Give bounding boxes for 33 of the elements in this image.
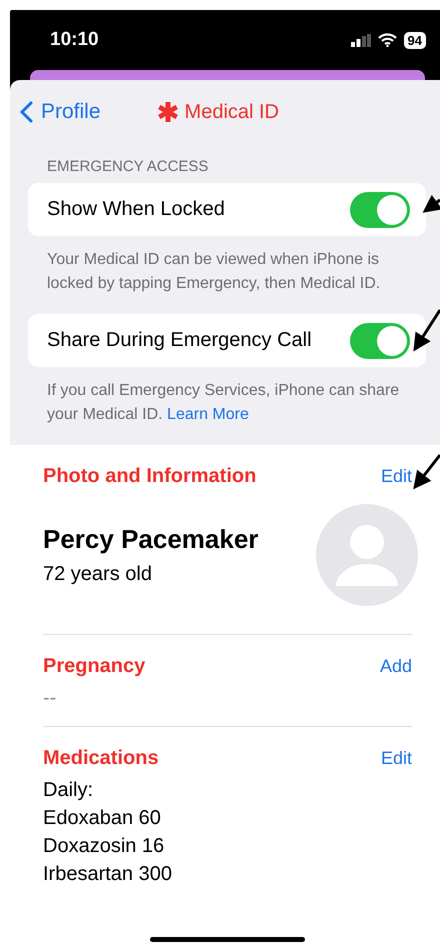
section-header: EMERGENCY ACCESS: [46, 157, 210, 177]
battery-level: 94: [404, 32, 426, 48]
toggle-switch[interactable]: [350, 322, 410, 358]
annotation-arrow: [413, 454, 440, 490]
signal-icon: [350, 34, 371, 46]
section-text: Doxazosin 16: [43, 834, 166, 859]
section-text: Irbesartan 300: [43, 862, 173, 887]
toggle-switch[interactable]: [350, 192, 410, 228]
footnote-text: If you call Emergency Services, iPhone can share your Medical ID. Learn More: [46, 381, 400, 425]
screen-title: Medical ID: [184, 100, 280, 124]
edit-link[interactable]: Edit: [380, 466, 412, 487]
section-text: --: [43, 686, 58, 711]
person-age: 72 years old: [43, 563, 153, 586]
chevron-left-icon: [20, 101, 33, 123]
section-title: Photo and Information: [43, 465, 256, 488]
section-title: Medications: [43, 747, 159, 770]
back-button[interactable]: Profile: [20, 100, 101, 124]
section-action-link[interactable]: Edit: [380, 748, 412, 769]
learn-more-link[interactable]: Learn More: [167, 406, 249, 423]
section-text: Edoxaban 60: [43, 806, 162, 831]
section-text: Daily:: [43, 778, 94, 803]
setting-label: Show When Locked: [47, 198, 225, 221]
section-action-link[interactable]: Add: [380, 656, 412, 677]
asterisk-icon: [156, 101, 179, 123]
annotation-arrow: [413, 309, 440, 352]
section-title: Pregnancy: [43, 655, 146, 678]
footnote-text: Your Medical ID can be viewed when iPhone is locked by tapping Emergency, then Medical ID.: [46, 250, 382, 294]
avatar-icon: [316, 504, 418, 606]
wifi-icon: [378, 33, 397, 47]
annotation-arrow: [422, 194, 440, 213]
person-name: Percy Pacemaker: [43, 524, 258, 555]
setting-label: Share During Emergency Call: [47, 329, 312, 352]
status-time: 10:10: [50, 29, 99, 51]
